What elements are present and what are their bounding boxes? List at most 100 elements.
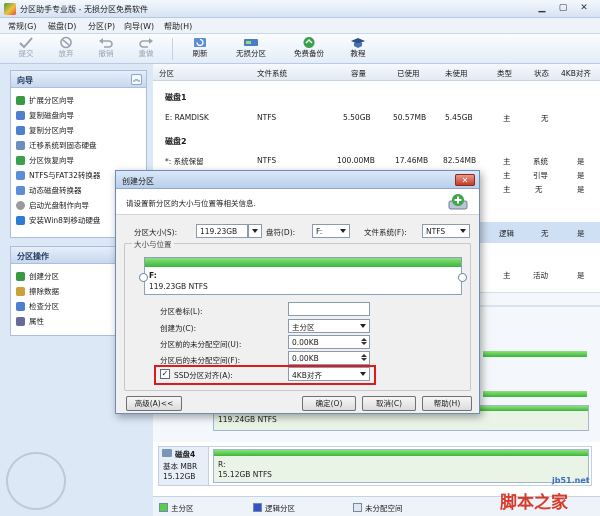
legend-logical: 逻辑分区 — [265, 504, 295, 513]
col-4k-align[interactable]: 4KB对齐 — [561, 68, 591, 79]
wizard-item-dynamic-disk[interactable]: 动态磁盘转换器 — [16, 185, 82, 199]
ssd-align-select[interactable]: 4KB对齐 — [288, 367, 370, 381]
discard-icon — [60, 36, 72, 49]
cell-type: 逻辑 — [499, 229, 514, 238]
op-properties[interactable]: 属性 — [16, 316, 44, 330]
watermark-seal — [6, 452, 66, 510]
minimize-button[interactable]: ▁ — [534, 2, 550, 15]
op-create-partition[interactable]: 创建分区 — [16, 271, 59, 285]
table-header: 分区 文件系统 容量 已使用 未使用 类型 状态 4KB对齐 — [153, 64, 600, 81]
col-type[interactable]: 类型 — [497, 68, 512, 79]
create-as-select[interactable]: 主分区 — [288, 319, 370, 333]
dynamic-disk-icon — [16, 186, 25, 195]
wizard-item-copy-disk[interactable]: 复制磁盘向导 — [16, 110, 74, 124]
undo-button[interactable]: 撤销 — [84, 35, 128, 63]
legend-primary-swatch — [159, 503, 168, 512]
wizard-panel-title: 向导 — [11, 71, 146, 88]
space-before-label: 分区前的未分配空间(U): — [160, 340, 242, 349]
disk4-name: 磁盘4 — [175, 450, 196, 459]
ok-button[interactable]: 确定(O) — [302, 396, 356, 411]
create-partition-icon — [16, 272, 25, 281]
apply-button[interactable]: 提交 — [4, 35, 48, 63]
disk4-partition-letter: R: — [218, 460, 226, 469]
col-partition[interactable]: 分区 — [159, 68, 174, 79]
close-button[interactable]: ✕ — [576, 2, 592, 15]
partition-resize-bar[interactable]: F: 119.23GB NTFS — [144, 257, 462, 295]
volume-label-input[interactable] — [288, 302, 370, 316]
col-capacity[interactable]: 容量 — [351, 68, 366, 79]
disk-usage-bar — [483, 351, 587, 357]
disk-usage-bar — [483, 391, 587, 397]
cell-status: 无 — [541, 229, 549, 238]
resize-handle-left[interactable] — [139, 273, 148, 282]
filesystem-select[interactable]: NTFS — [422, 224, 470, 238]
col-free[interactable]: 未使用 — [445, 68, 468, 79]
disk-icon — [162, 449, 172, 457]
wizard-item-ntfs-fat32[interactable]: NTFS与FAT32转换器 — [16, 170, 100, 184]
free-backup-button[interactable]: 免费备份 — [284, 35, 334, 63]
table-row[interactable]: E: RAMDISK NTFS 5.50GB 50.57MB 5.45GB 主 … — [153, 107, 600, 128]
lossless-partition-button[interactable]: 无损分区 — [226, 35, 276, 63]
size-unit-dropdown[interactable] — [248, 224, 262, 238]
dialog-close-button[interactable]: ✕ — [455, 174, 475, 186]
ssd-align-label: SSD分区对齐(A): — [174, 371, 233, 380]
menu-partition[interactable]: 分区(P) — [88, 21, 115, 32]
title-bar: 分区助手专业版 - 无损分区免费软件 ▁ ▢ ✕ — [0, 0, 600, 18]
chevron-down-icon — [252, 229, 258, 233]
col-status[interactable]: 状态 — [534, 68, 549, 79]
group-label: 大小与位置 — [132, 239, 174, 250]
cell-cap: 5.50GB — [343, 113, 371, 122]
disk4-partition-size: 15.12GB NTFS — [218, 470, 272, 479]
wizard-item-copy-partition[interactable]: 复制分区向导 — [16, 125, 74, 139]
legend-logical-swatch — [253, 503, 262, 512]
cell-status: 无 — [541, 114, 549, 123]
disk4-block[interactable]: 磁盘4 基本 MBR 15.12GB R: 15.12GB NTFS — [158, 446, 592, 486]
cell-status: 无 — [535, 185, 543, 194]
cell-free: 5.45GB — [445, 113, 473, 122]
backup-icon — [303, 37, 315, 48]
collapse-wizard-button[interactable]: ︽ — [131, 74, 142, 85]
drive-letter-select[interactable]: F: — [312, 224, 350, 238]
migrate-icon — [16, 141, 25, 150]
menu-general[interactable]: 常规(G) — [8, 21, 36, 32]
space-after-input[interactable]: 0.00KB — [288, 351, 370, 365]
advanced-button[interactable]: 高级(A)<< — [126, 396, 182, 411]
menu-help[interactable]: 帮助(H) — [164, 21, 192, 32]
drive-letter-label: 盘符(D): — [266, 228, 296, 237]
create-as-label: 创建为(C): — [160, 324, 197, 333]
spinner-icon[interactable] — [360, 353, 368, 363]
menu-disk[interactable]: 磁盘(D) — [48, 21, 76, 32]
size-input[interactable]: 119.23GB — [196, 224, 248, 238]
redo-button[interactable]: 重做 — [124, 35, 168, 63]
op-check-partition[interactable]: 检查分区 — [16, 301, 59, 315]
watermark-site: jb51.net — [552, 476, 590, 485]
spinner-icon[interactable] — [360, 337, 368, 347]
maximize-button[interactable]: ▢ — [555, 2, 571, 15]
help-button[interactable]: 帮助(H) — [422, 396, 472, 411]
undo-icon — [99, 38, 113, 48]
menu-wizard[interactable]: 向导(W) — [124, 21, 154, 32]
cancel-button[interactable]: 取消(C) — [362, 396, 416, 411]
space-before-input[interactable]: 0.00KB — [288, 335, 370, 349]
wizard-item-bootable-cd[interactable]: 启动光盘制作向导 — [16, 200, 89, 214]
wizard-item-extend[interactable]: 扩展分区向导 — [16, 95, 74, 109]
app-icon — [4, 3, 16, 15]
cell-type: 主 — [503, 271, 511, 280]
discard-button[interactable]: 放弃 — [44, 35, 88, 63]
wizard-item-win8-usb[interactable]: 安装Win8到移动硬盘 — [16, 215, 100, 229]
toolbar: 提交 放弃 撤销 重做 刷新 无损分区 免费备份 教程 — [0, 34, 600, 64]
disk4-partition[interactable]: R: 15.12GB NTFS — [213, 449, 589, 483]
resize-handle-right[interactable] — [458, 273, 467, 282]
tutorial-button[interactable]: 教程 — [336, 35, 380, 63]
col-filesystem[interactable]: 文件系统 — [257, 68, 287, 79]
wizard-item-migrate-ssd[interactable]: 迁移系统到固态硬盘 — [16, 140, 97, 154]
ssd-align-checkbox[interactable]: ✓ — [160, 369, 170, 379]
wizard-item-recovery[interactable]: 分区恢复向导 — [16, 155, 74, 169]
refresh-button[interactable]: 刷新 — [178, 35, 222, 63]
disk4-info: 磁盘4 基本 MBR 15.12GB — [159, 447, 209, 485]
dialog-title-bar: 创建分区 ✕ — [116, 171, 479, 189]
check-partition-icon — [16, 302, 25, 311]
op-wipe-data[interactable]: 擦除数据 — [16, 286, 59, 300]
cell-type: 主 — [503, 114, 511, 123]
col-used[interactable]: 已使用 — [397, 68, 420, 79]
